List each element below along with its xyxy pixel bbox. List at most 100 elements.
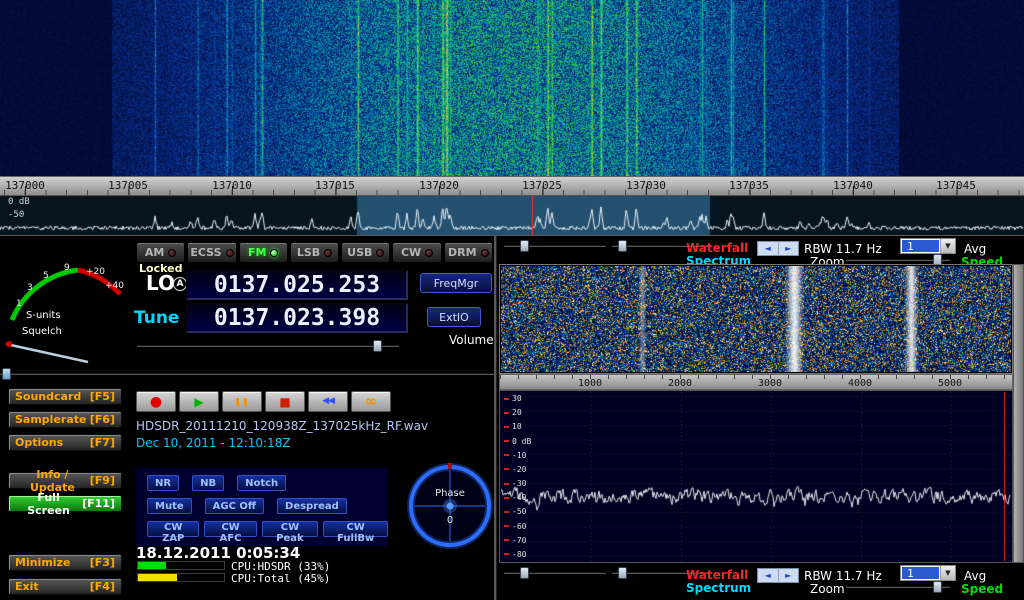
cpu-total-label: CPU:Total (45%) [231, 572, 330, 585]
side-button-key: [F6] [90, 413, 115, 426]
s-meter-tick: +20 [86, 267, 105, 277]
stop-button[interactable]: ■ [265, 391, 305, 412]
cpu-hdsdr-bar [137, 561, 225, 570]
nb-button[interactable]: NB [192, 475, 224, 491]
mode-button-fm[interactable]: FM [239, 242, 288, 263]
pause-button[interactable]: ❚❚ [222, 391, 262, 412]
side-button-key: [F3] [90, 556, 115, 569]
dropdown-arrow-icon[interactable]: ▼ [940, 239, 955, 253]
volume-slider[interactable] [137, 340, 399, 352]
side-button-label: Minimize [15, 556, 70, 569]
waterfall-brightness-slider[interactable] [504, 240, 606, 252]
volume-label: Volume [449, 333, 494, 347]
extio-button[interactable]: ExtIO [427, 307, 481, 327]
zoom-slider-handle[interactable] [933, 581, 942, 593]
frequency-scale-label: 137010 [212, 179, 252, 192]
mode-label: LSB [297, 246, 320, 259]
audio-waterfall-frame [499, 264, 1013, 374]
frequency-scale-label: 137040 [833, 179, 873, 192]
slider-handle[interactable] [618, 567, 627, 579]
avg-select-bottom[interactable]: 1 ▼ [900, 565, 956, 581]
mode-label: USB [347, 246, 372, 259]
options-button[interactable]: Options [F7] [8, 434, 122, 451]
loop-button[interactable]: ∞ [351, 391, 391, 412]
zoom-slider-bottom[interactable] [846, 581, 950, 593]
despread-button[interactable]: Despread [277, 498, 347, 514]
lo-frequency-display[interactable]: 0137.025.253 [186, 270, 408, 300]
splitter-handle[interactable] [2, 368, 11, 380]
frequency-scale-label: 137000 [5, 179, 45, 192]
mute-button[interactable]: Mute [147, 498, 192, 514]
play-button[interactable]: ▶ [179, 391, 219, 412]
slider-handle[interactable] [618, 240, 627, 252]
cpu-total-fill [138, 574, 177, 581]
side-button-label: Soundcard [15, 390, 81, 403]
fullscreen-button[interactable]: Full Screen[F11] [8, 495, 122, 512]
cw-fullbw-button[interactable]: CW FullBw [323, 521, 388, 537]
pan-right-button[interactable]: ► [779, 242, 799, 255]
notch-button[interactable]: Notch [237, 475, 286, 491]
audio-waterfall-display[interactable] [501, 266, 1011, 372]
waterfall-mode-label-top[interactable]: Waterfall [686, 241, 748, 255]
pan-right-button[interactable]: ► [779, 569, 799, 582]
mode-button-usb[interactable]: USB [341, 242, 390, 263]
pan-left-button[interactable]: ◄ [758, 569, 779, 582]
side-button-label: Options [15, 436, 63, 449]
spectrum-db-high-label: 0 dB [8, 197, 30, 207]
pause-icon: ❚❚ [234, 398, 249, 406]
main-spectrum-canvas[interactable] [0, 196, 1024, 236]
main-waterfall-display[interactable] [0, 0, 1024, 176]
mode-button-cw[interactable]: CW [392, 242, 441, 263]
record-button[interactable]: ● [136, 391, 176, 412]
tune-frequency-display[interactable]: 0137.023.398 [186, 303, 408, 333]
mode-button-lsb[interactable]: LSB [290, 242, 339, 263]
slider-handle[interactable] [520, 240, 529, 252]
pan-arrows-bottom: ◄ ► [757, 568, 799, 583]
cw-afc-button[interactable]: CW AFC [204, 521, 256, 537]
audio-spectrum-display[interactable] [501, 392, 1011, 561]
exit-button[interactable]: Exit [F4] [8, 578, 122, 595]
zoom-label-bottom: Zoom [810, 582, 845, 596]
mode-button-drm[interactable]: DRM [444, 242, 493, 263]
spectrum-db-low-label: -50 [8, 210, 24, 220]
pan-left-button[interactable]: ◄ [758, 242, 779, 255]
samplerate-button[interactable]: Samplerate[F6] [8, 411, 122, 428]
side-button-key: [F4] [90, 580, 115, 593]
agc-button[interactable]: AGC Off [205, 498, 264, 514]
phase-top-marker [448, 463, 452, 469]
lo-mode-badge[interactable]: A [173, 277, 187, 291]
soundcard-button[interactable]: Soundcard[F5] [8, 388, 122, 405]
slider-track [137, 344, 399, 347]
avg-select-value: 1 [902, 240, 939, 252]
mode-label: DRM [448, 246, 477, 259]
spectrum-mode-label-bottom[interactable]: Spectrum [686, 581, 751, 595]
frequency-scale-label: 137025 [522, 179, 562, 192]
dropdown-arrow-icon[interactable]: ▼ [940, 566, 955, 580]
slider-handle[interactable] [520, 567, 529, 579]
volume-slider-handle[interactable] [373, 340, 382, 352]
avg-select[interactable]: 1 ▼ [900, 238, 956, 254]
panel-splitter-slider[interactable] [0, 368, 494, 380]
side-button-key: [F7] [90, 436, 115, 449]
phase-scope: Phase 0 [406, 462, 494, 550]
rewind-button[interactable]: ◀◀ [308, 391, 348, 412]
waterfall-brightness-slider-bottom[interactable] [504, 567, 606, 579]
frequency-scale[interactable]: 137000 137005 137010 137015 137020 13702… [0, 176, 1024, 196]
phase-label: Phase [435, 488, 465, 499]
audio-frequency-scale[interactable]: 1000 2000 3000 4000 5000 [499, 374, 1013, 390]
side-button-label: Exit [15, 580, 39, 593]
panel-divider [0, 235, 1024, 236]
cw-zap-button[interactable]: CW ZAP [147, 521, 199, 537]
waterfall-mode-label-bottom[interactable]: Waterfall [686, 568, 748, 582]
freqmgr-button[interactable]: FreqMgr [420, 273, 492, 293]
mode-button-ecss[interactable]: ECSS [187, 242, 236, 263]
minimize-button[interactable]: Minimize [F3] [8, 554, 122, 571]
mode-button-am[interactable]: AM [136, 242, 185, 263]
main-spectrum-display[interactable]: 0 dB -50 [0, 196, 1024, 236]
info-update-button[interactable]: Info / Update[F9] [8, 472, 122, 489]
cw-peak-button[interactable]: CW Peak [262, 521, 319, 537]
hdsdr-window: 137000 137005 137010 137015 137020 13702… [0, 0, 1024, 600]
mode-selector: AM ECSS FM LSB USB CW DRM [136, 242, 493, 263]
display-controls-top: Waterfall Spectrum ◄ ► RBW 11.7 Hz Zoom … [498, 237, 1024, 265]
nr-button[interactable]: NR [147, 475, 179, 491]
